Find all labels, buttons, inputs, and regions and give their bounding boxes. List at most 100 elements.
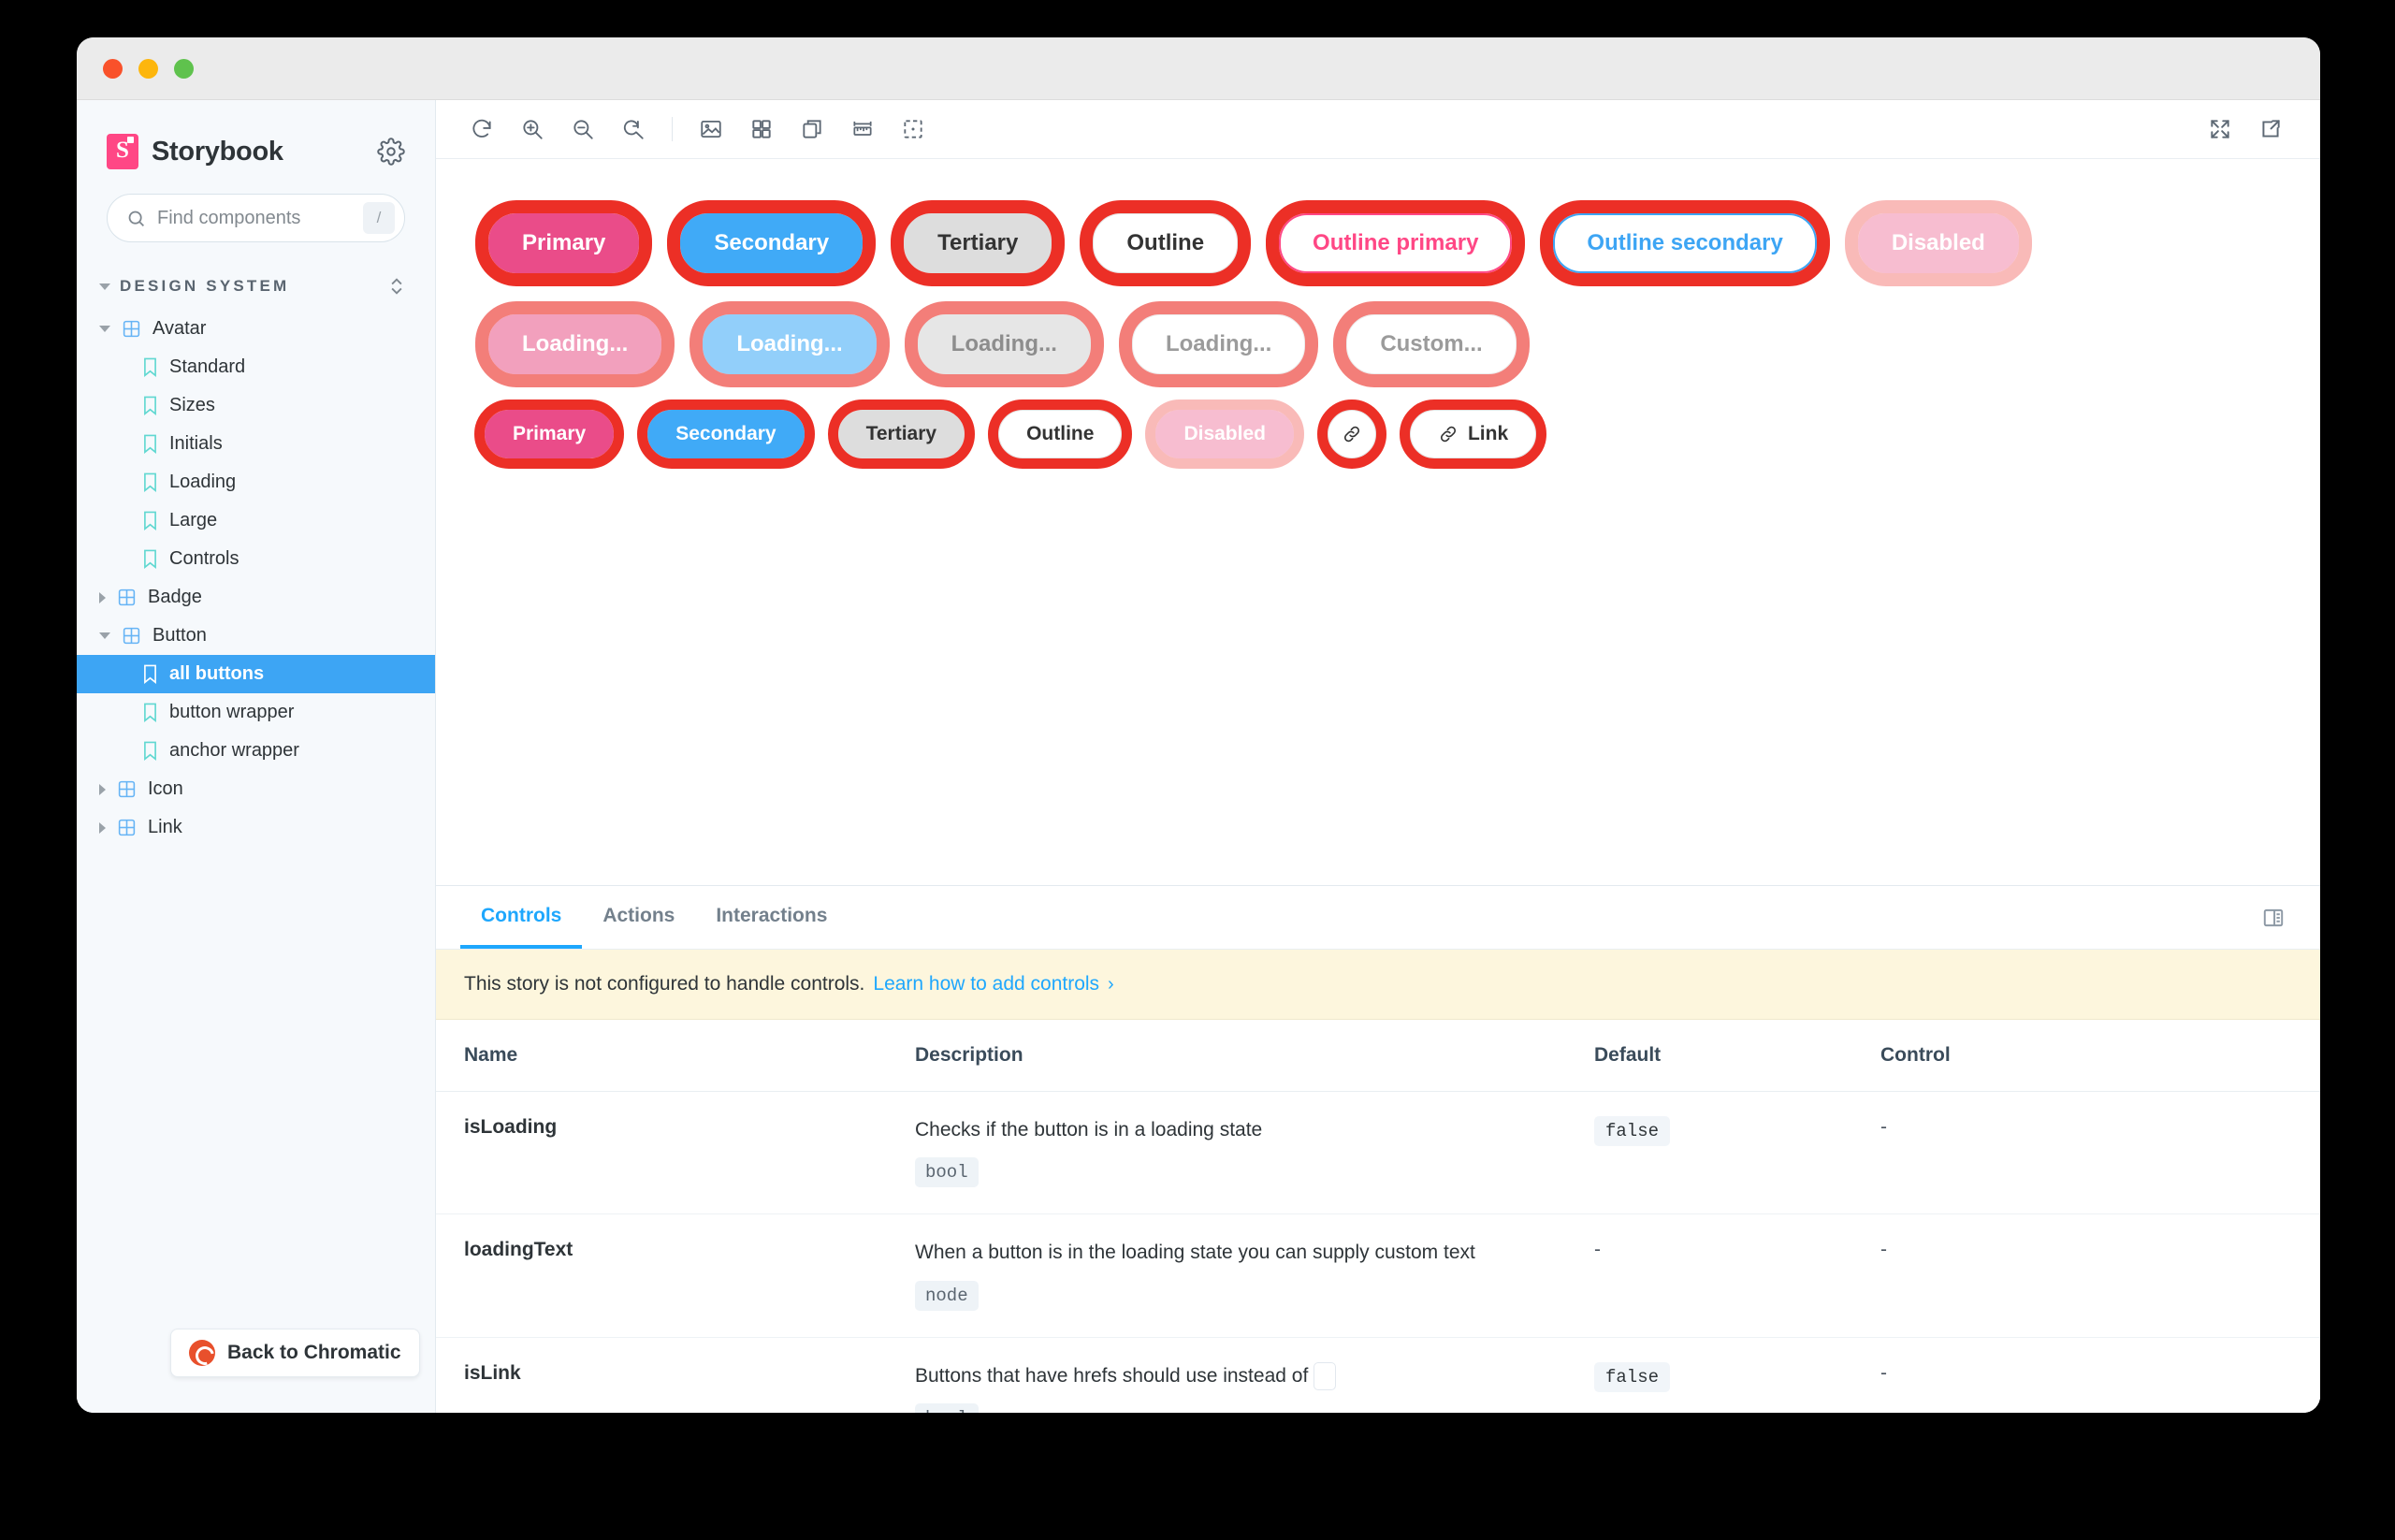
args-table-row: isLink Buttons that have hrefs should use… — [436, 1337, 2320, 1413]
measure-icon[interactable] — [837, 109, 888, 150]
tree-item-anchor-wrapper[interactable]: anchor wrapper — [77, 732, 435, 770]
search-input[interactable]: Find components / — [107, 194, 405, 242]
viewport-icon[interactable] — [787, 109, 837, 150]
button-label: Secondary — [714, 230, 830, 255]
story-button-loading-1-0[interactable]: Loading... — [474, 301, 675, 387]
tree-item-badge[interactable]: Badge — [77, 578, 435, 617]
zoom-out-icon[interactable] — [558, 109, 608, 150]
outline-icon[interactable] — [888, 109, 938, 150]
gear-icon[interactable] — [377, 138, 405, 166]
tab-controls[interactable]: Controls — [460, 886, 583, 949]
component-icon — [117, 779, 137, 799]
tree-item-label: anchor wrapper — [169, 740, 299, 761]
story-button-loading-1-1[interactable]: Loading... — [689, 301, 890, 387]
chevron-down-icon[interactable] — [99, 326, 110, 332]
button-label: Primary — [522, 230, 606, 255]
component-icon — [117, 818, 137, 837]
story-button-secondary-0-1[interactable]: Secondary — [667, 200, 877, 286]
tree-item-label: Avatar — [152, 318, 207, 339]
tree-item-standard[interactable]: Standard — [77, 348, 435, 386]
tree-item-button[interactable]: Button — [77, 617, 435, 655]
zoom-reset-icon[interactable] — [608, 109, 659, 150]
story-button-outline-primary-0-4[interactable]: Outline primary — [1266, 200, 1526, 286]
story-button-outline-0-3[interactable]: Outline — [1080, 200, 1252, 286]
story-button-loading-1-3[interactable]: Loading... — [1118, 301, 1319, 387]
addons-tabbar: Controls Actions Interactions — [436, 886, 2320, 950]
story-button-link-2-6[interactable]: Link — [1399, 400, 1547, 469]
variants-row: Primary Secondary Tertiary Outline Outline p… — [468, 193, 2288, 294]
search-shortcut-key: / — [363, 202, 395, 234]
story-tree: Avatar Standard Sizes Initials Loading Large C… — [77, 310, 435, 847]
tree-item-avatar[interactable]: Avatar — [77, 310, 435, 348]
chevron-right-icon[interactable] — [99, 783, 106, 795]
brand-title: Storybook — [152, 136, 283, 167]
tree-item-label: Icon — [148, 778, 183, 799]
chevron-right-icon[interactable] — [99, 821, 106, 834]
learn-controls-link[interactable]: Learn how to add controls — [873, 973, 1099, 995]
story-button-outline-2-3[interactable]: Outline — [988, 400, 1133, 469]
tree-item-sizes[interactable]: Sizes — [77, 386, 435, 425]
minimize-window-button[interactable] — [138, 58, 158, 79]
chevron-right-icon[interactable] — [99, 591, 106, 603]
remount-icon[interactable] — [457, 109, 507, 150]
tree-item-link[interactable]: Link — [77, 808, 435, 847]
story-button-disabled-0-6[interactable]: Disabled — [1844, 200, 2032, 286]
tab-actions[interactable]: Actions — [582, 886, 695, 949]
back-to-chromatic-button[interactable]: Back to Chromatic — [170, 1329, 420, 1377]
tree-item-initials[interactable]: Initials — [77, 425, 435, 463]
backgrounds-icon[interactable] — [686, 109, 736, 150]
button-label: Disabled — [1183, 423, 1266, 444]
search-placeholder: Find components — [157, 207, 301, 228]
addons-panel: Controls Actions Interactions This story i… — [436, 885, 2320, 1413]
tree-item-label: Button — [152, 625, 207, 646]
tree-item-large[interactable]: Large — [77, 501, 435, 540]
arg-type-pill: bool — [915, 1157, 979, 1188]
storybook-app: Storybook Find components — [77, 100, 2320, 1413]
arg-type-pill: bool — [915, 1403, 979, 1413]
story-button-disabled-2-4[interactable]: Disabled — [1145, 400, 1304, 469]
zoom-window-button[interactable] — [174, 58, 194, 79]
args-table-header-row: Name Description Default Control — [436, 1020, 2320, 1092]
arg-control[interactable]: - — [1880, 1116, 1887, 1138]
story-button-loading-1-2[interactable]: Loading... — [904, 301, 1105, 387]
story-button-primary-0-0[interactable]: Primary — [474, 200, 653, 286]
tree-item-controls[interactable]: Controls — [77, 540, 435, 578]
story-button-custom-1-4[interactable]: Custom... — [1333, 301, 1530, 387]
open-new-tab-icon[interactable] — [2245, 109, 2296, 150]
story-button-outline-secondary-0-5[interactable]: Outline secondary — [1540, 200, 1830, 286]
story-button-secondary-2-1[interactable]: Secondary — [637, 400, 815, 469]
tree-item-icon[interactable]: Icon — [77, 770, 435, 808]
story-button-primary-2-0[interactable]: Primary — [473, 400, 625, 469]
tree-item-button-wrapper[interactable]: button wrapper — [77, 693, 435, 732]
arg-control[interactable]: - — [1880, 1362, 1887, 1384]
back-to-chromatic-label: Back to Chromatic — [227, 1342, 401, 1363]
story-button-icon-only-2-5[interactable] — [1316, 400, 1386, 469]
arg-description: Buttons that have hrefs should use inste… — [915, 1364, 1309, 1387]
zoom-in-icon[interactable] — [507, 109, 558, 150]
button-label: Tertiary — [937, 230, 1019, 255]
column-header-description: Description — [915, 1020, 1594, 1092]
component-icon — [122, 626, 141, 646]
toolbar-divider — [672, 117, 673, 141]
fullscreen-icon[interactable] — [2195, 109, 2245, 150]
tree-item-all-buttons[interactable]: all buttons — [77, 655, 435, 693]
panel-layout-icon[interactable] — [2251, 886, 2296, 949]
canvas-toolbar — [436, 100, 2320, 159]
grid-icon[interactable] — [736, 109, 787, 150]
tree-item-label: Large — [169, 510, 218, 530]
tree-item-label: Controls — [169, 548, 240, 569]
traffic-lights — [103, 58, 194, 79]
sidebar-header: Storybook — [77, 100, 435, 169]
sidebar-section-header[interactable]: DESIGN SYSTEM — [77, 276, 435, 297]
story-button-tertiary-0-2[interactable]: Tertiary — [891, 200, 1066, 286]
controls-notice: This story is not configured to handle c… — [436, 950, 2320, 1020]
tree-item-loading[interactable]: Loading — [77, 463, 435, 501]
tab-interactions[interactable]: Interactions — [695, 886, 848, 949]
arg-control[interactable]: - — [1880, 1239, 1887, 1260]
button-label: Loading... — [736, 331, 843, 356]
args-table-row: loadingText When a button is in the loadi… — [436, 1213, 2320, 1338]
story-button-tertiary-2-2[interactable]: Tertiary — [827, 400, 976, 469]
close-window-button[interactable] — [103, 58, 123, 79]
sort-chevrons-icon[interactable] — [388, 276, 405, 297]
chevron-down-icon[interactable] — [99, 632, 110, 639]
